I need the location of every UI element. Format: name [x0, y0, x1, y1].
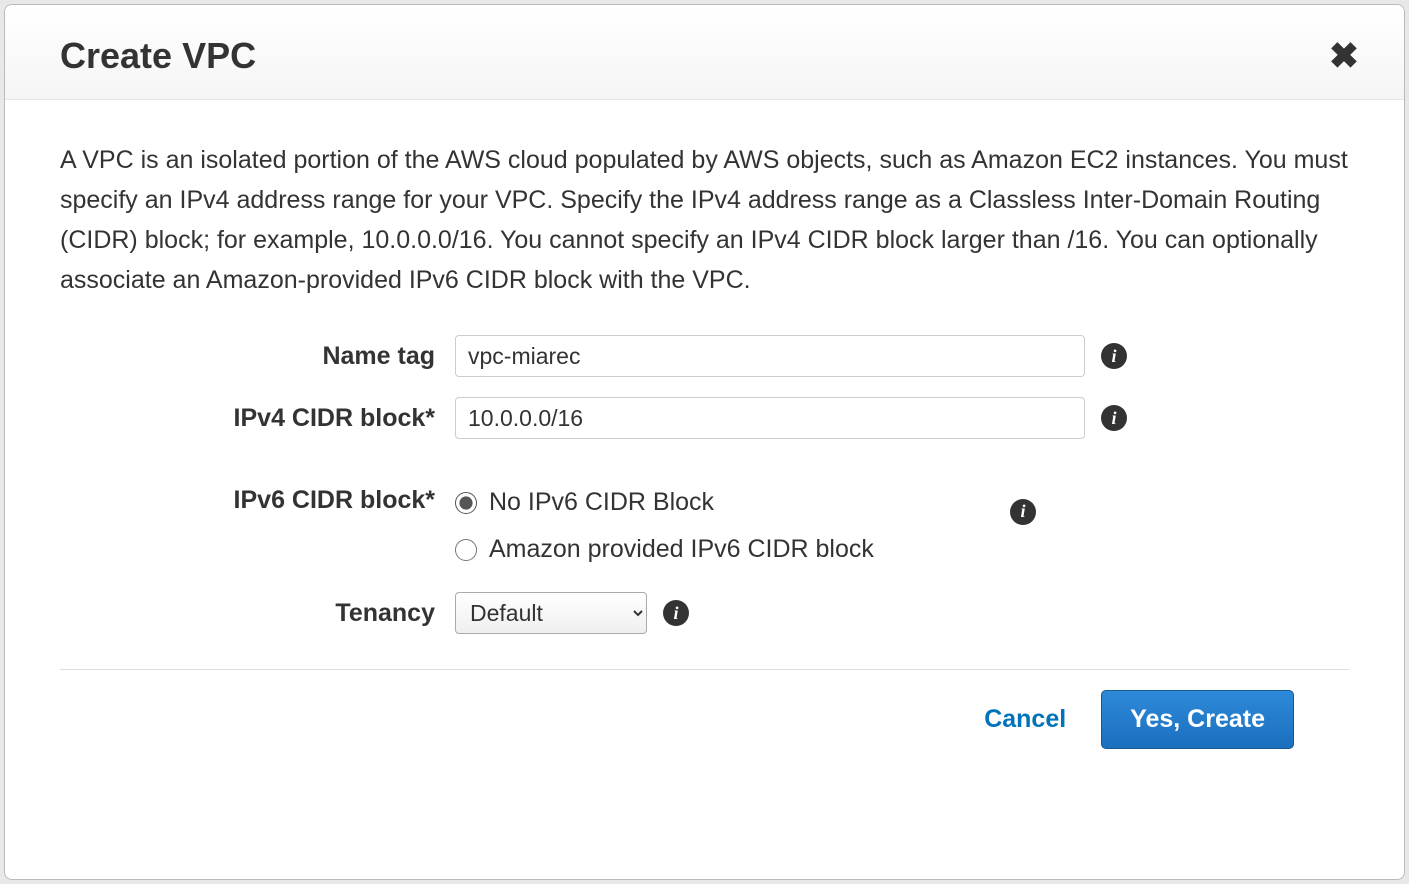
info-icon[interactable]: i [1101, 343, 1127, 369]
info-icon[interactable]: i [1101, 405, 1127, 431]
ipv6-none-label: No IPv6 CIDR Block [489, 488, 714, 517]
close-button[interactable]: ✖ [1329, 38, 1359, 74]
name-tag-row: Name tag i [60, 335, 1349, 377]
ipv6-amazon-option[interactable]: Amazon provided IPv6 CIDR block [455, 535, 1036, 564]
modal-header: Create VPC ✖ [5, 5, 1404, 100]
ipv6-radio-group: No IPv6 CIDR Block i Amazon provided IPv… [455, 484, 1036, 582]
vpc-description: A VPC is an isolated portion of the AWS … [60, 140, 1349, 300]
modal-footer: Cancel Yes, Create [60, 690, 1349, 784]
tenancy-row: Tenancy Default i [60, 592, 1349, 634]
name-tag-input[interactable] [455, 335, 1085, 377]
create-button[interactable]: Yes, Create [1101, 690, 1294, 749]
divider [60, 669, 1349, 670]
ipv4-cidr-row: IPv4 CIDR block* i [60, 397, 1349, 439]
ipv6-cidr-label: IPv6 CIDR block* [60, 484, 455, 515]
ipv6-amazon-label: Amazon provided IPv6 CIDR block [489, 535, 874, 564]
info-icon[interactable]: i [663, 600, 689, 626]
create-vpc-modal: Create VPC ✖ A VPC is an isolated portio… [4, 4, 1405, 880]
ipv6-none-radio[interactable] [455, 492, 477, 514]
ipv6-cidr-row: IPv6 CIDR block* No IPv6 CIDR Block i Am… [60, 484, 1349, 582]
modal-body: A VPC is an isolated portion of the AWS … [5, 100, 1404, 879]
ipv6-none-option[interactable]: No IPv6 CIDR Block [455, 488, 714, 517]
modal-title: Create VPC [60, 35, 256, 77]
tenancy-label: Tenancy [60, 599, 455, 628]
ipv4-cidr-label: IPv4 CIDR block* [60, 404, 455, 433]
info-icon[interactable]: i [1010, 499, 1036, 525]
ipv4-cidr-input[interactable] [455, 397, 1085, 439]
tenancy-select[interactable]: Default [455, 592, 647, 634]
name-tag-label: Name tag [60, 342, 455, 371]
ipv6-amazon-radio[interactable] [455, 539, 477, 561]
cancel-button[interactable]: Cancel [984, 705, 1066, 734]
close-icon: ✖ [1329, 35, 1359, 76]
